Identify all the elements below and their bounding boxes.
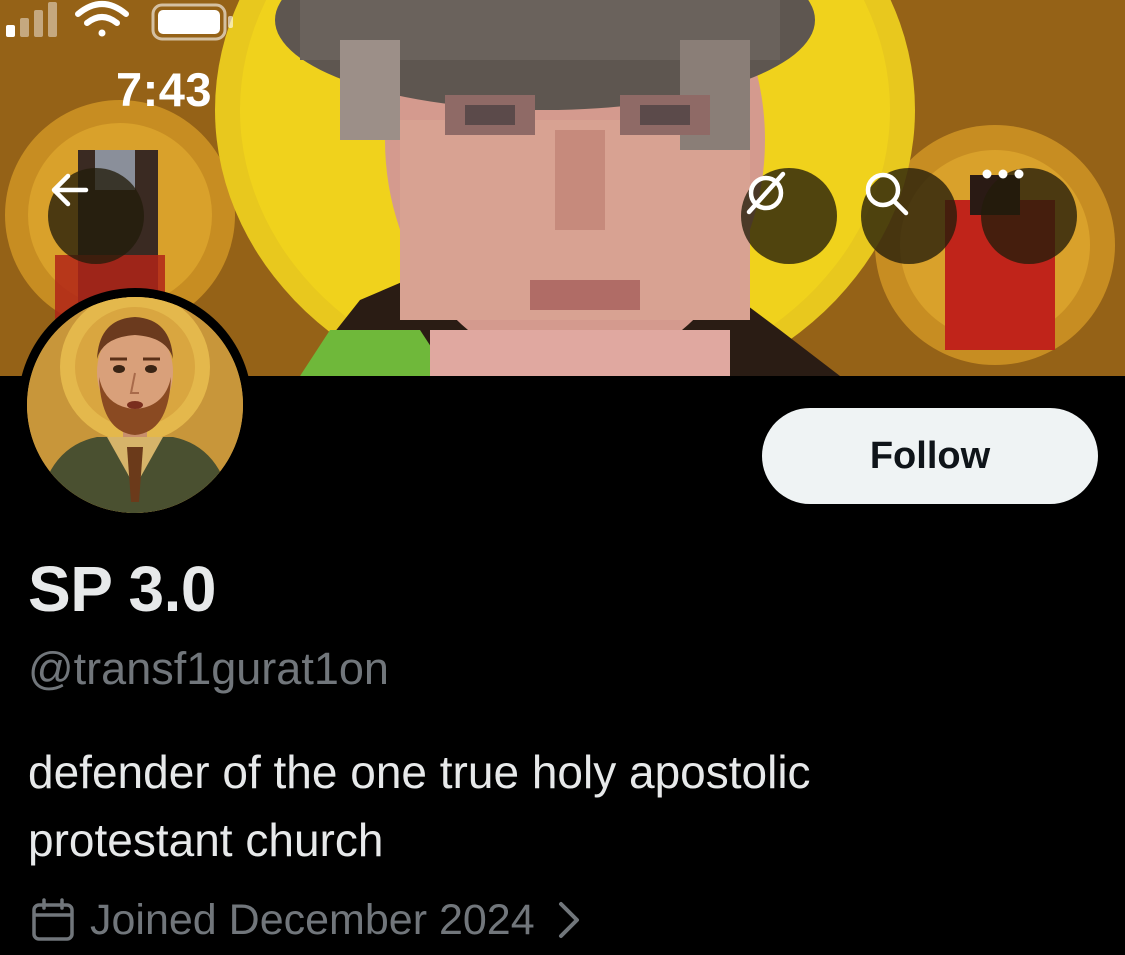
more-horizontal-icon — [982, 169, 1024, 179]
user-handle: @transf1gurat1on — [28, 643, 389, 694]
joined-date-row[interactable]: Joined December 2024 — [30, 890, 583, 950]
more-button[interactable] — [981, 168, 1077, 264]
calendar-icon — [32, 898, 74, 941]
arrow-left-icon — [51, 173, 89, 207]
search-button[interactable] — [861, 168, 957, 264]
follow-button[interactable]: Follow — [762, 408, 1098, 504]
display-name: SP 3.0 — [28, 553, 216, 625]
back-button[interactable] — [48, 168, 144, 264]
wifi-icon — [75, 1, 129, 37]
bio-line-2: protestant church — [28, 814, 384, 866]
cellular-signal-icon — [6, 2, 57, 37]
avatar[interactable] — [27, 297, 243, 513]
battery-icon — [151, 3, 233, 41]
search-icon — [865, 172, 909, 216]
bio-line-1: defender of the one true holy apostolic — [28, 746, 811, 798]
avatar-image — [27, 297, 243, 513]
chevron-right-icon — [558, 902, 579, 938]
joined-date: Joined December 2024 — [90, 895, 535, 944]
profile-bio: defender of the one true holy apostolic … — [28, 738, 1088, 874]
status-time: 7:43 — [116, 63, 213, 116]
status-icons — [6, 1, 233, 41]
grok-icon — [746, 171, 786, 215]
grok-button[interactable] — [741, 168, 837, 264]
